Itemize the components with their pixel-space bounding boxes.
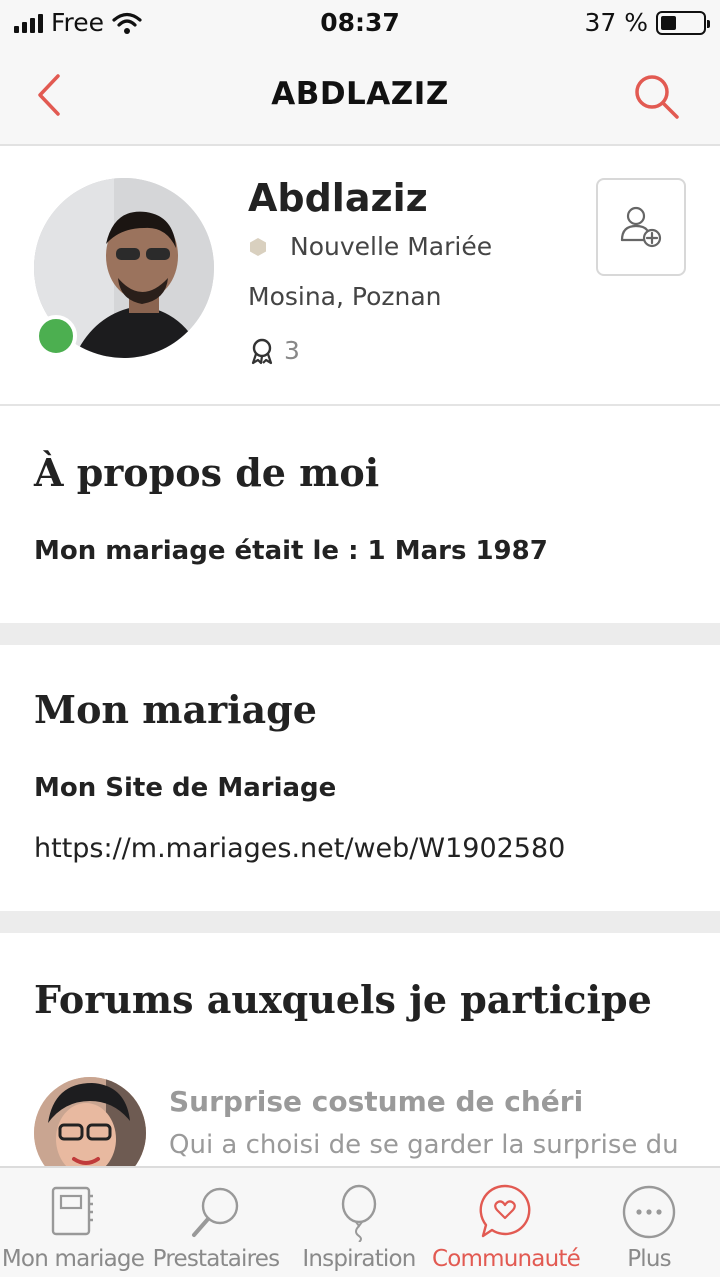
forums-heading: Forums auxquels je participe bbox=[34, 977, 652, 1022]
status-right: 37 % bbox=[584, 8, 710, 37]
search-icon[interactable] bbox=[632, 72, 682, 122]
badges-count: 3 bbox=[284, 336, 300, 365]
add-user-icon bbox=[620, 206, 662, 248]
wedding-date: Mon mariage était le : 1 Mars 1987 bbox=[34, 536, 548, 566]
profile-location: Mosina, Poznan bbox=[248, 282, 442, 311]
tab-label: Prestataires bbox=[152, 1246, 280, 1272]
online-status-dot bbox=[35, 315, 77, 357]
section-divider bbox=[0, 911, 720, 933]
hexagon-icon bbox=[250, 237, 266, 256]
tab-bar: Mon mariage Prestataires Inspiration Com… bbox=[0, 1166, 720, 1277]
wedding-site-label: Mon Site de Mariage bbox=[34, 773, 337, 803]
magnifier-icon bbox=[192, 1187, 239, 1237]
status-bar: Free 08:37 37 % bbox=[0, 0, 720, 48]
tab-label: Communauté bbox=[432, 1246, 581, 1272]
tab-inspiration[interactable]: Inspiration bbox=[286, 1168, 432, 1277]
tab-prestataires[interactable]: Prestataires bbox=[146, 1168, 286, 1277]
section-divider bbox=[0, 623, 720, 645]
add-friend-button[interactable] bbox=[596, 178, 686, 276]
profile-role-label: Nouvelle Mariée bbox=[290, 232, 493, 261]
tab-communaute[interactable]: Communauté bbox=[432, 1168, 581, 1277]
balloon-icon bbox=[341, 1184, 377, 1242]
forum-thread-excerpt[interactable]: Qui a choisi de se garder la surprise du bbox=[169, 1130, 679, 1160]
profile-role: Nouvelle Mariée bbox=[248, 232, 492, 261]
about-heading: À propos de moi bbox=[34, 450, 380, 495]
more-icon bbox=[622, 1185, 676, 1239]
wedding-site-link[interactable]: https://m.mariages.net/web/W1902580 bbox=[34, 833, 565, 864]
navigation-bar: ABDLAZIZ bbox=[0, 48, 720, 146]
tab-label: Mon mariage bbox=[1, 1246, 145, 1272]
tab-plus[interactable]: Plus bbox=[578, 1168, 720, 1277]
battery-percent: 37 % bbox=[584, 8, 648, 37]
about-section: À propos de moi Mon mariage était le : 1… bbox=[0, 408, 720, 623]
award-ribbon-icon bbox=[251, 338, 273, 364]
page-title: ABDLAZIZ bbox=[271, 76, 449, 112]
profile-header: Abdlaziz Nouvelle Mariée Mosina, Poznan … bbox=[0, 146, 720, 406]
profile-name: Abdlaziz bbox=[248, 176, 428, 220]
profile-badges: 3 bbox=[248, 336, 300, 365]
forum-thread-title[interactable]: Surprise costume de chéri bbox=[169, 1085, 583, 1118]
chat-heart-icon bbox=[479, 1184, 531, 1238]
tab-label: Inspiration bbox=[302, 1246, 416, 1272]
tab-mon-mariage[interactable]: Mon mariage bbox=[0, 1168, 146, 1277]
battery-icon bbox=[656, 10, 710, 35]
wedding-section: Mon mariage Mon Site de Mariage https://… bbox=[0, 645, 720, 911]
wedding-heading: Mon mariage bbox=[34, 687, 317, 732]
tab-label: Plus bbox=[627, 1246, 671, 1272]
planner-icon bbox=[51, 1186, 93, 1236]
